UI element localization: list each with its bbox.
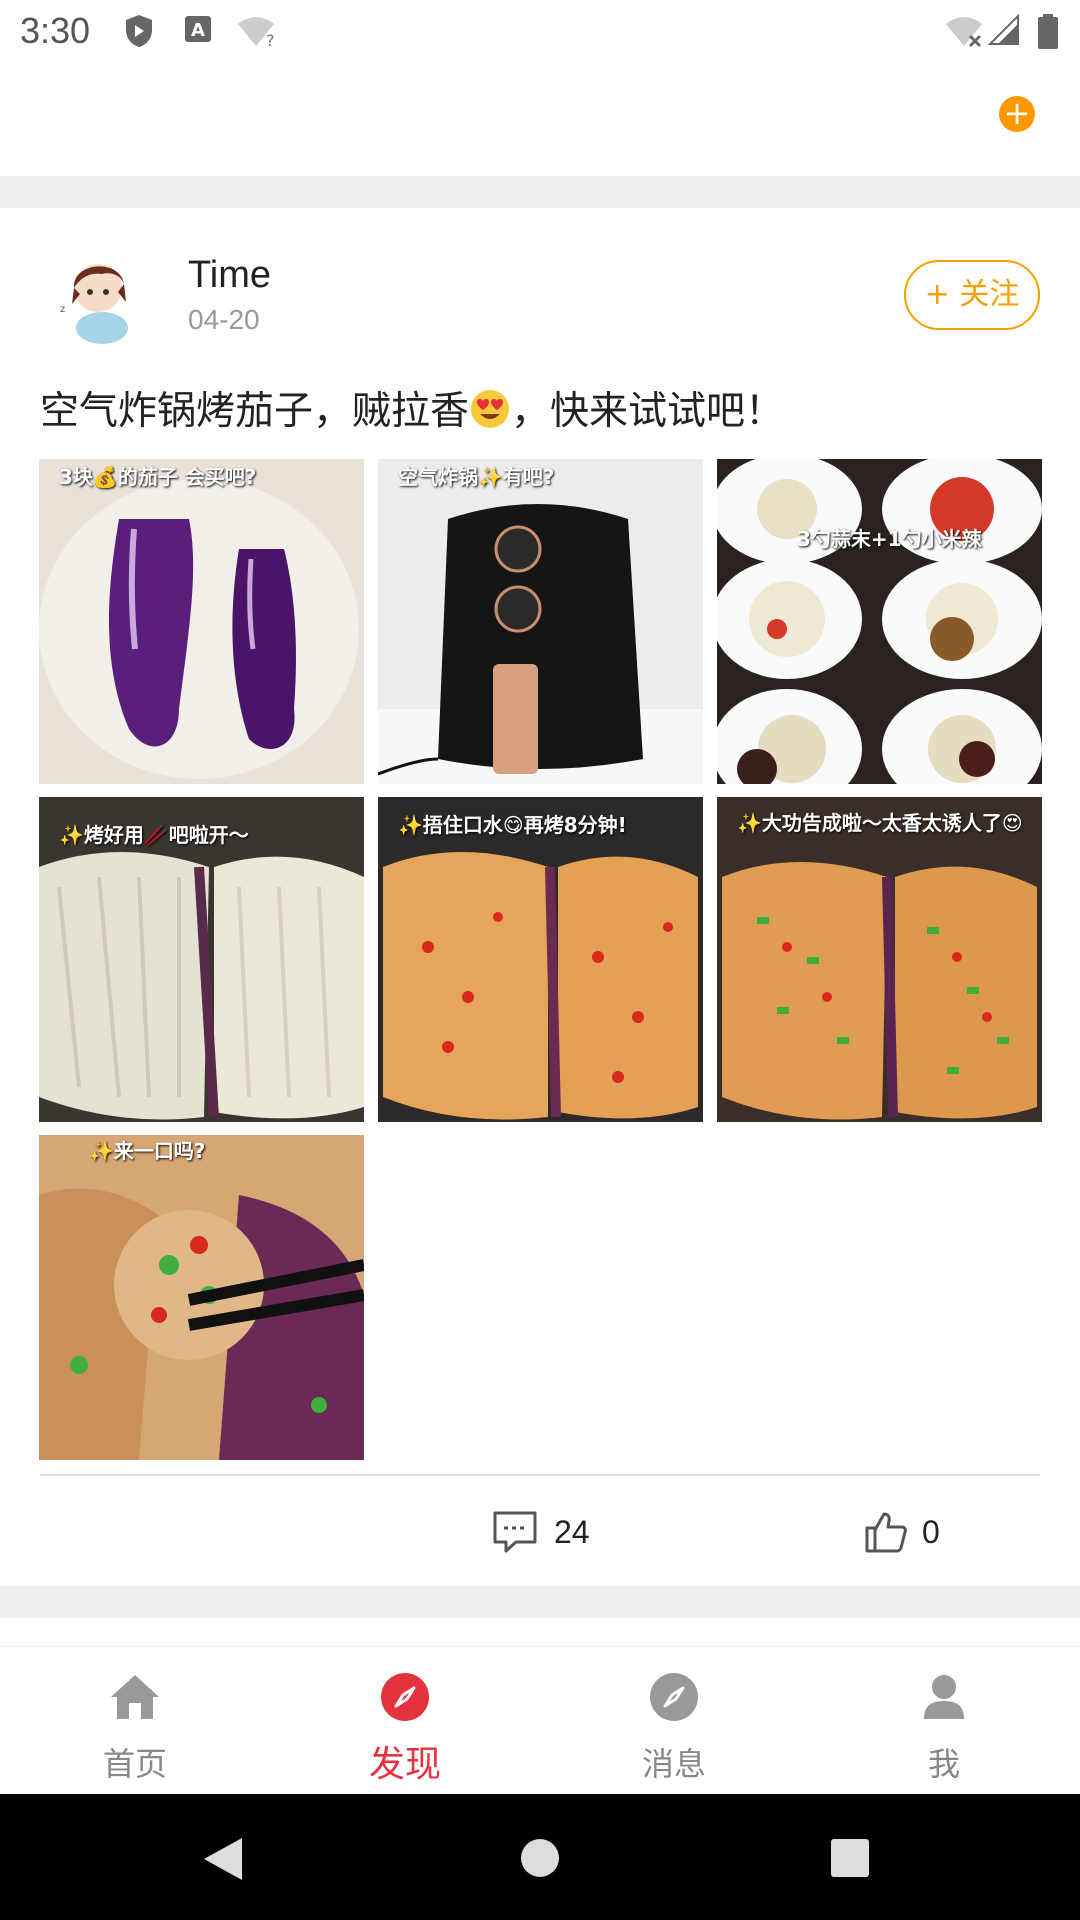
comment-button[interactable]: 24 xyxy=(492,1508,612,1558)
photo-caption: ✨捂住口水😋再烤8分钟! xyxy=(398,813,627,837)
post-photo[interactable]: ✨捂住口水😋再烤8分钟! xyxy=(378,797,703,1122)
thumbs-up-icon xyxy=(865,1512,907,1553)
post-date: 04-20 xyxy=(188,304,260,335)
post-photo[interactable]: 3块💰的茄子 会买吧? xyxy=(39,459,364,784)
photo-caption: 空气炸锅✨有吧? xyxy=(398,465,555,489)
air-fryer-photo xyxy=(378,459,703,784)
home-circle-icon[interactable] xyxy=(520,1838,560,1878)
post-text: 空气炸锅烤茄子，贼拉香 ，快来试试吧！ xyxy=(40,380,784,436)
status-bar: 3:30 A ? xyxy=(0,0,1080,64)
status-time: 3:30 xyxy=(20,10,91,51)
follow-button[interactable]: + 关注 xyxy=(904,260,1040,330)
bottom-nav: 首页 发现 消息 我 xyxy=(0,1646,1080,1794)
heart-eyes-emoji-icon xyxy=(471,390,510,428)
comment-icon xyxy=(493,1511,537,1553)
signal-icon xyxy=(988,14,1019,45)
post-card[interactable]: z Time 04-20 + 关注 空气炸锅烤茄子，贼拉香 ，快来试试吧！ 3块… xyxy=(0,208,1080,1586)
post-photo[interactable]: ✨烤好用🥢吧啦开～ xyxy=(39,797,364,1122)
system-navigation-bar xyxy=(0,1794,1080,1920)
photo-caption: ✨来一口吗? xyxy=(89,1139,206,1163)
user-icon xyxy=(924,1675,964,1719)
battery-icon xyxy=(1038,14,1058,49)
shield-icon xyxy=(126,15,152,47)
nav-item-me[interactable]: 我 xyxy=(864,1647,1024,1795)
comment-count: 24 xyxy=(554,1514,590,1550)
svg-text:z: z xyxy=(60,304,65,315)
recents-icon[interactable] xyxy=(830,1838,870,1878)
compass-icon xyxy=(381,1673,429,1721)
avatar[interactable]: z xyxy=(50,248,150,348)
nav-item-messages[interactable]: 消息 xyxy=(594,1647,754,1795)
post-text-part: 空气炸锅烤茄子，贼拉香 xyxy=(40,389,470,434)
photo-caption: 3勺蒜末+1勺小米辣 xyxy=(797,527,982,551)
svg-text:A: A xyxy=(191,20,205,41)
wifi-off-icon xyxy=(946,17,982,48)
photo-caption: 3块💰的茄子 会买吧? xyxy=(59,465,257,489)
nav-label: 我 xyxy=(927,1745,960,1783)
nav-item-discover[interactable]: 发现 xyxy=(325,1647,485,1795)
back-icon[interactable] xyxy=(202,1836,244,1882)
like-count: 0 xyxy=(922,1514,940,1550)
garlic-topped-eggplant-photo xyxy=(378,797,703,1122)
like-button[interactable]: 0 xyxy=(864,1508,964,1558)
text-a-icon: A xyxy=(185,16,211,42)
nav-item-home[interactable]: 首页 xyxy=(55,1647,215,1795)
photo-caption: ✨烤好用🥢吧啦开～ xyxy=(59,823,249,847)
section-divider xyxy=(0,1586,1080,1618)
post-text-part: ，快来试试吧！ xyxy=(511,389,785,434)
eggplant-photo xyxy=(39,459,364,784)
section-divider xyxy=(0,176,1080,208)
post-photo[interactable]: ✨大功告成啦～太香太诱人了😍 xyxy=(717,797,1042,1122)
nav-label: 发现 xyxy=(368,1744,441,1785)
chopsticks-bite-photo xyxy=(39,1135,364,1460)
add-post-button[interactable]: + xyxy=(999,96,1035,132)
top-bar: + xyxy=(0,64,1080,176)
nav-label: 消息 xyxy=(641,1745,706,1783)
nav-label: 首页 xyxy=(102,1745,167,1783)
finished-eggplant-photo xyxy=(717,797,1042,1122)
post-username[interactable]: Time xyxy=(188,254,271,297)
post-separator xyxy=(40,1474,1040,1476)
home-icon xyxy=(111,1675,159,1719)
compass-icon xyxy=(650,1673,698,1721)
wifi-unknown-icon: ? xyxy=(238,17,275,48)
post-photo[interactable]: 空气炸锅✨有吧? xyxy=(378,459,703,784)
svg-text:?: ? xyxy=(266,31,275,48)
post-photo[interactable]: 3勺蒜末+1勺小米辣 xyxy=(717,459,1042,784)
photo-caption: ✨大功告成啦～太香太诱人了😍 xyxy=(737,811,1023,835)
ingredients-photo xyxy=(717,459,1042,784)
post-photo[interactable]: ✨来一口吗? xyxy=(39,1135,364,1460)
